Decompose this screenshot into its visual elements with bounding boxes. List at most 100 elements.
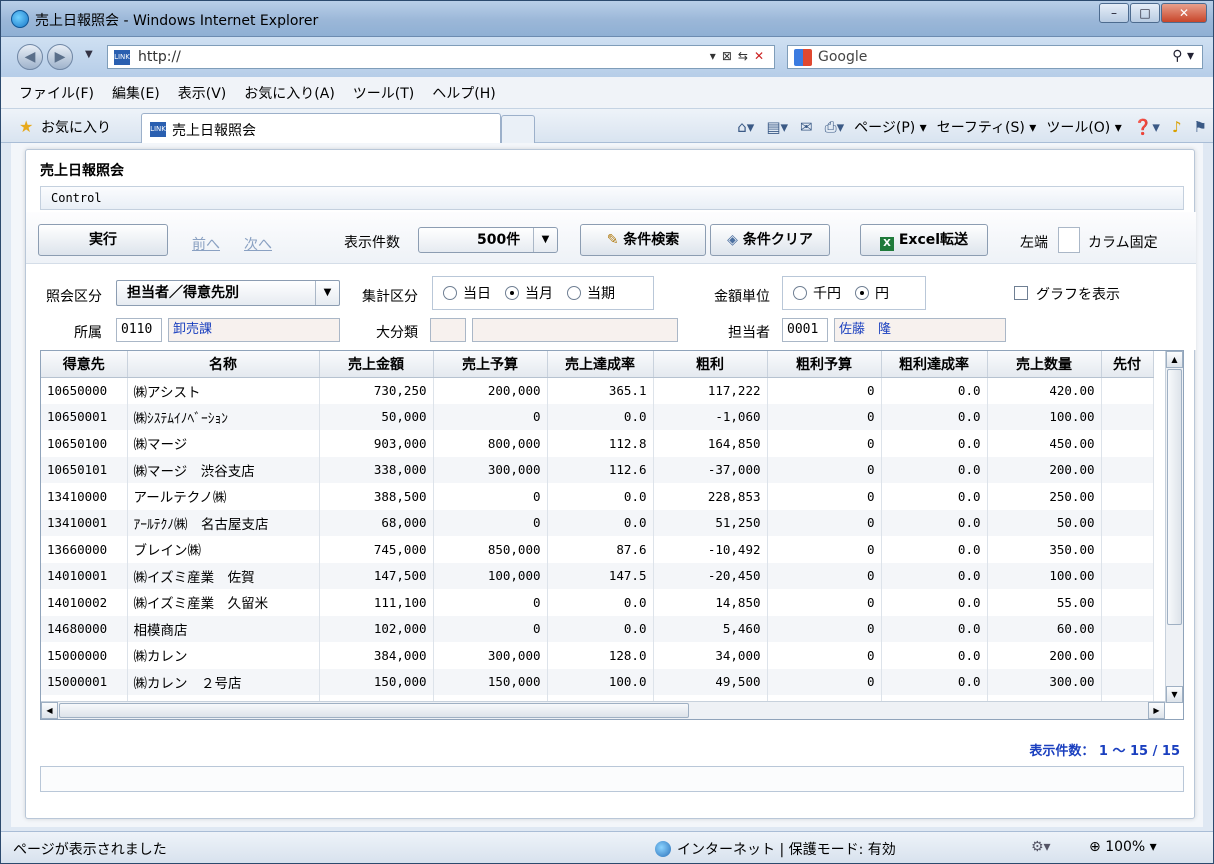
aggregate-option-term[interactable]: 当期 xyxy=(567,283,615,303)
table-cell[interactable]: -37,000 xyxy=(653,456,768,483)
menu-favorites[interactable]: お気に入り(A) xyxy=(244,83,335,103)
table-cell[interactable]: 14010002 xyxy=(41,589,128,616)
column-header[interactable]: 売上予算 xyxy=(433,351,548,378)
staff-code-input[interactable]: 0001 xyxy=(782,318,828,342)
display-count-select[interactable]: 500件 ▼ xyxy=(418,227,558,253)
new-tab-button[interactable] xyxy=(501,115,535,143)
column-header[interactable]: 売上達成率 xyxy=(547,351,654,378)
search-input[interactable]: Google ⚲ ▾ xyxy=(787,45,1203,69)
security-zone[interactable]: インターネット | 保護モード: 有効 xyxy=(655,839,896,859)
vertical-scrollbar[interactable]: ▲ ▼ xyxy=(1165,351,1183,703)
table-cell[interactable]: ㈱カレン xyxy=(127,642,320,669)
amount-option-thousand[interactable]: 千円 xyxy=(793,283,841,303)
table-cell[interactable]: 0.0 xyxy=(881,642,988,669)
table-cell[interactable]: 0 xyxy=(433,589,548,616)
show-graph-checkbox[interactable] xyxy=(1014,286,1028,300)
table-cell[interactable]: 10650101 xyxy=(41,456,128,483)
table-cell[interactable]: アールテクノ㈱ xyxy=(127,483,320,510)
table-cell[interactable]: ㈱イズミ産業 久留米 xyxy=(127,589,320,616)
table-cell[interactable] xyxy=(1101,536,1154,563)
minimize-button[interactable]: – xyxy=(1099,3,1129,23)
scroll-right-icon[interactable]: ▶ xyxy=(1148,702,1165,719)
table-cell[interactable]: 5,460 xyxy=(653,615,768,642)
stop-icon[interactable]: ✕ xyxy=(754,49,770,63)
table-cell[interactable]: 365.1 xyxy=(547,377,654,404)
table-row[interactable]: 13410001 ｱｰﾙﾃｸﾉ㈱ 名古屋支店 68,000 0 0.0 51,250 0 0.… xyxy=(41,509,1154,536)
scroll-left-icon[interactable]: ◀ xyxy=(41,702,58,719)
translate-icon[interactable]: ⚑ xyxy=(1194,118,1207,136)
table-cell[interactable]: 0 xyxy=(767,642,882,669)
history-dropdown-icon[interactable]: ▼ xyxy=(85,49,93,60)
table-cell[interactable]: 300,000 xyxy=(433,642,548,669)
table-cell[interactable]: 102,000 xyxy=(319,615,434,642)
table-cell[interactable]: 51,250 xyxy=(653,509,768,536)
table-cell[interactable]: 150,000 xyxy=(433,668,548,695)
menu-file[interactable]: ファイル(F) xyxy=(19,83,94,103)
table-cell[interactable] xyxy=(1101,483,1154,510)
table-cell[interactable]: 147,500 xyxy=(319,562,434,589)
table-cell[interactable]: 10650000 xyxy=(41,377,128,404)
table-cell[interactable]: 0 xyxy=(433,403,548,430)
table-cell[interactable]: 15000000 xyxy=(41,642,128,669)
table-cell[interactable]: 0.0 xyxy=(547,483,654,510)
table-cell[interactable] xyxy=(1101,403,1154,430)
table-cell[interactable]: 0.0 xyxy=(881,536,988,563)
table-cell[interactable]: 100.00 xyxy=(987,562,1102,589)
table-cell[interactable]: 34,000 xyxy=(653,642,768,669)
table-cell[interactable]: -1,060 xyxy=(653,403,768,430)
url-input[interactable]: LINK http:// ▾⊠⇆✕ xyxy=(107,45,775,69)
compat-view-icon[interactable]: ⊠ xyxy=(722,49,738,63)
table-cell[interactable]: 10650001 xyxy=(41,403,128,430)
table-cell[interactable]: ㈱アシスト xyxy=(127,377,320,404)
table-row[interactable]: 14010002 ㈱イズミ産業 久留米 111,100 0 0.0 14,850 0 0.0 5… xyxy=(41,589,1154,616)
menu-view[interactable]: 表示(V) xyxy=(178,83,227,103)
table-cell[interactable]: 50.00 xyxy=(987,509,1102,536)
horizontal-scroll-thumb[interactable] xyxy=(59,703,689,718)
table-cell[interactable]: 0 xyxy=(433,483,548,510)
table-cell[interactable] xyxy=(1101,642,1154,669)
table-cell[interactable]: 0.0 xyxy=(547,509,654,536)
table-row[interactable]: 15000001 ㈱カレン ２号店 150,000 150,000 100.0 49,50… xyxy=(41,668,1154,695)
table-cell[interactable]: ㈱マージ 渋谷支店 xyxy=(127,456,320,483)
table-cell[interactable]: 10650100 xyxy=(41,430,128,457)
column-header[interactable]: 売上金額 xyxy=(319,351,434,378)
table-cell[interactable]: 200.00 xyxy=(987,642,1102,669)
table-cell[interactable]: 730,250 xyxy=(319,377,434,404)
table-cell[interactable]: 13660000 xyxy=(41,536,128,563)
table-cell[interactable]: 0 xyxy=(433,615,548,642)
amount-option-yen[interactable]: 円 xyxy=(855,283,889,303)
next-link[interactable]: 次へ xyxy=(244,234,272,254)
table-cell[interactable]: 100.00 xyxy=(987,403,1102,430)
table-cell[interactable]: 相模商店 xyxy=(127,615,320,642)
table-cell[interactable]: 384,000 xyxy=(319,642,434,669)
category-code-input[interactable] xyxy=(430,318,466,342)
table-cell[interactable]: 0.0 xyxy=(881,377,988,404)
scroll-up-icon[interactable]: ▲ xyxy=(1166,351,1183,368)
print-icon[interactable]: ⎙▾ xyxy=(825,118,845,136)
table-cell[interactable] xyxy=(1101,377,1154,404)
table-cell[interactable] xyxy=(1101,456,1154,483)
table-cell[interactable] xyxy=(1101,589,1154,616)
table-cell[interactable]: 250.00 xyxy=(987,483,1102,510)
table-cell[interactable]: 147.5 xyxy=(547,562,654,589)
table-cell[interactable]: 338,000 xyxy=(319,456,434,483)
horizontal-scrollbar[interactable]: ◀ ▶ xyxy=(41,701,1165,719)
zoom-control[interactable]: ⊕ 100% ▾ xyxy=(1089,839,1157,855)
table-cell[interactable]: 0.0 xyxy=(881,403,988,430)
inquiry-type-select[interactable]: 担当者／得意先別 ▼ xyxy=(116,280,340,306)
table-cell[interactable]: 128.0 xyxy=(547,642,654,669)
table-cell[interactable]: 0 xyxy=(767,509,882,536)
prev-link[interactable]: 前へ xyxy=(192,234,220,254)
dropdown-icon[interactable]: ▾ xyxy=(710,49,722,63)
tools-menu[interactable]: ツール(O) ▾ xyxy=(1046,117,1121,137)
favorites-star-icon[interactable]: ★ xyxy=(19,117,33,136)
run-button[interactable]: 実行 xyxy=(38,224,168,256)
table-cell[interactable]: ㈱カレン ２号店 xyxy=(127,668,320,695)
table-cell[interactable]: ｱｰﾙﾃｸﾉ㈱ 名古屋支店 xyxy=(127,509,320,536)
table-cell[interactable]: 15000001 xyxy=(41,668,128,695)
table-cell[interactable]: 164,850 xyxy=(653,430,768,457)
table-cell[interactable]: 100.0 xyxy=(547,668,654,695)
table-cell[interactable]: 117,222 xyxy=(653,377,768,404)
table-cell[interactable]: 0 xyxy=(767,377,882,404)
table-cell[interactable]: 0.0 xyxy=(547,615,654,642)
